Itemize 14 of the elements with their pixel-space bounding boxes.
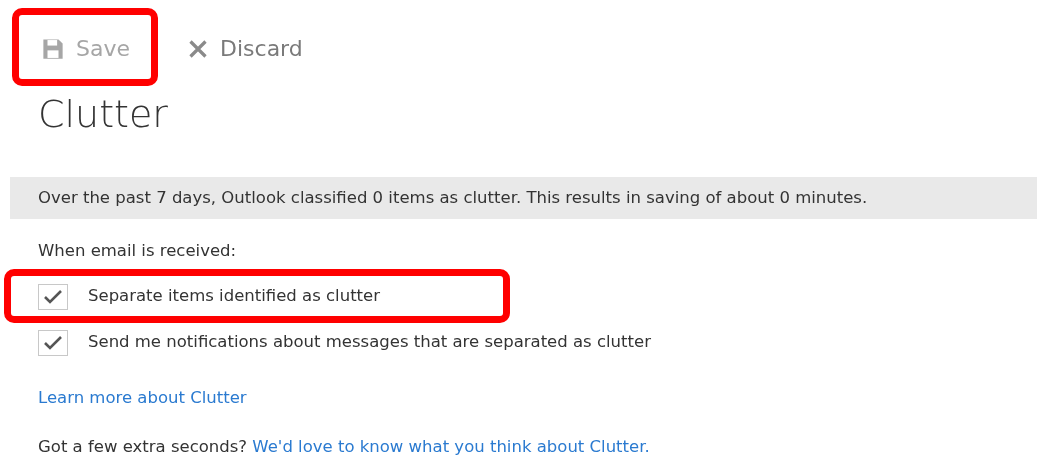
option-label: Send me notifications about messages that are separated as clutter [88,331,651,354]
option-label: Separate items identified as clutter [88,285,380,308]
page-title: Clutter [38,91,169,137]
checkbox[interactable] [38,329,68,356]
options-label: When email is received: [38,240,238,262]
checkbox[interactable] [38,283,68,310]
check-icon [42,287,64,306]
feedback-link[interactable]: We'd love to know what you think about Clutter. [252,436,650,456]
feedback-text: Got a few extra seconds? We'd love to know what you think about Clutter. [38,435,651,458]
check-icon [42,333,64,352]
learn-more-link[interactable]: Learn more about Clutter [38,385,247,411]
close-icon [188,38,208,59]
discard-button[interactable]: Discard [188,28,303,69]
summary-banner: Over the past 7 days, Outlook classified 0 items as clutter. This results in saving of about 0 minutes. [10,177,1037,219]
